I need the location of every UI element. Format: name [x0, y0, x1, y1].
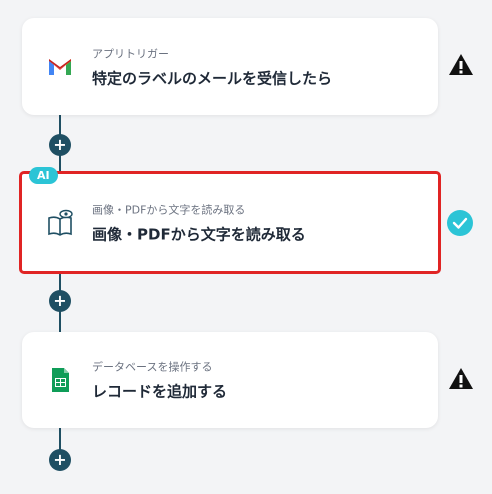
step-card-ocr[interactable]: AI 画像・PDFから文字を読み取る 画像・PDFから文字を読み取る — [19, 167, 441, 274]
step-card-sheets[interactable]: データベースを操作する レコードを追加する — [22, 332, 438, 428]
ai-badge: AI — [29, 167, 58, 184]
step-category: アプリトリガー — [92, 47, 169, 60]
add-step-button[interactable]: + — [49, 290, 71, 312]
gmail-icon — [49, 58, 71, 75]
step-title: レコードを追加する — [92, 382, 228, 401]
add-step-button[interactable]: + — [49, 134, 71, 156]
add-step-button[interactable]: + — [49, 449, 71, 471]
step-title: 特定のラベルのメールを受信したら — [92, 69, 333, 87]
warning-icon[interactable] — [447, 365, 475, 393]
warning-icon[interactable] — [447, 51, 475, 79]
step-category: 画像・PDFから文字を読み取る — [92, 203, 246, 216]
book-ocr-icon — [48, 209, 73, 236]
check-icon — [447, 210, 473, 236]
google-sheets-icon — [52, 368, 69, 392]
step-category: データベースを操作する — [92, 360, 213, 374]
step-card-gmail-trigger[interactable]: アプリトリガー 特定のラベルのメールを受信したら — [22, 18, 438, 115]
step-title: 画像・PDFから文字を読み取る — [92, 225, 306, 243]
